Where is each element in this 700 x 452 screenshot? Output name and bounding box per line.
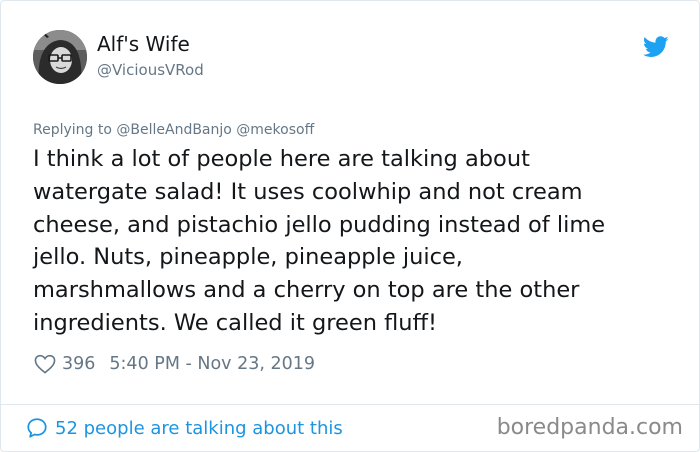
conversation-link[interactable]: 52 people are talking about this xyxy=(26,414,343,442)
author-name[interactable]: Alf's Wife xyxy=(97,32,190,56)
speech-bubble-icon xyxy=(26,417,48,439)
divider xyxy=(1,404,699,405)
tweet-timestamp[interactable]: 5:40 PM - Nov 23, 2019 xyxy=(109,354,315,374)
watermark: boredpanda.com xyxy=(496,415,683,440)
avatar[interactable] xyxy=(33,30,87,84)
tweet-text-line: marshmallows and a cherry on top are the… xyxy=(33,277,580,304)
tweet-text-line: watergate salad! It uses coolwhip and no… xyxy=(33,178,583,205)
twitter-bird-icon[interactable] xyxy=(642,36,669,58)
tweet-text-line: ingredients. We called it green fluff! xyxy=(33,309,438,336)
tweet-card: Alf's Wife @ViciousVRod Replying to @Bel… xyxy=(0,0,700,452)
tweet-text-line: cheese, and pistachio jello pudding inst… xyxy=(33,211,606,238)
tweet-text: I think a lot of people here are talking… xyxy=(33,143,673,340)
tweet-meta: 396 5:40 PM - Nov 23, 2019 xyxy=(34,351,315,377)
tweet-text-line: I think a lot of people here are talking… xyxy=(33,146,530,172)
like-count[interactable]: 396 xyxy=(62,354,95,374)
author-handle[interactable]: @ViciousVRod xyxy=(97,61,204,79)
heart-icon[interactable] xyxy=(34,354,56,374)
tweet-text-line: jello. Nuts, pineapple, pineapple juice, xyxy=(33,244,463,271)
talking-count-label: 52 people are talking about this xyxy=(55,417,343,439)
reply-context[interactable]: Replying to @BelleAndBanjo @mekosoff xyxy=(33,122,314,138)
